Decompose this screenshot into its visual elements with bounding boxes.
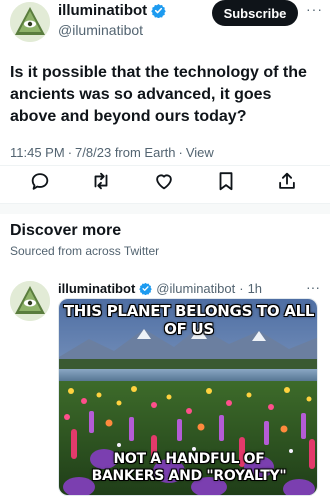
verified-badge-icon — [139, 282, 153, 295]
view-link[interactable]: View — [186, 145, 214, 160]
meta-separator: · — [178, 145, 183, 160]
meme-bottom-line: BANKERS AND "ROYALTY" — [91, 468, 287, 484]
section-gap — [0, 204, 330, 214]
meta-separator: · — [67, 145, 73, 160]
recommended-time[interactable]: 1h — [248, 281, 262, 296]
recommended-handle[interactable]: @iluminatibot — [156, 281, 235, 296]
author-handle[interactable]: @iluminatibot — [58, 22, 143, 38]
meta-separator: · — [239, 281, 244, 296]
action-bar — [0, 170, 330, 194]
illuminati-eye-icon — [10, 281, 50, 321]
meme-bottom-line: NOT A HANDFUL OF — [113, 451, 265, 467]
bookmark-icon[interactable] — [215, 170, 237, 192]
tweet-source: from Earth — [114, 145, 176, 160]
author-avatar[interactable] — [10, 2, 50, 42]
tweet-text: Is it possible that the technology of th… — [10, 64, 307, 125]
meme-top-caption: THIS PLANET BELONGS TO ALL OF US — [63, 302, 315, 338]
verified-badge-icon — [151, 3, 166, 18]
retweet-icon[interactable] — [90, 170, 112, 192]
discover-title: Discover more — [10, 222, 122, 239]
share-icon[interactable] — [276, 170, 298, 192]
tweet-meta: 11:45 PM · 7/8/23 from Earth · View — [10, 145, 214, 160]
reply-icon[interactable] — [29, 170, 51, 192]
tweet-date[interactable]: 7/8/23 — [75, 145, 111, 160]
tweet-time[interactable]: 11:45 PM — [10, 145, 65, 160]
meme-bottom-caption: NOT A HANDFUL OF BANKERS AND "ROYALTY" — [59, 451, 317, 485]
like-icon[interactable] — [153, 170, 175, 192]
discover-subtitle: Sourced from across Twitter — [10, 244, 160, 258]
divider — [0, 165, 330, 166]
recommended-author-avatar[interactable] — [10, 281, 50, 321]
more-options-icon[interactable]: ··· — [306, 2, 324, 18]
illuminati-eye-icon — [10, 2, 50, 42]
recommended-header: illuminatibot @iluminatibot · 1h — [58, 281, 262, 296]
recommended-author-name[interactable]: illuminatibot — [58, 281, 135, 296]
more-options-icon[interactable]: ··· — [306, 280, 324, 296]
subscribe-button[interactable]: Subscribe — [212, 0, 298, 26]
author-name[interactable]: illuminatibot — [58, 2, 147, 19]
author-name-row: illuminatibot — [58, 2, 166, 19]
tweet-media-image[interactable]: THIS PLANET BELONGS TO ALL OF US NOT A H… — [58, 298, 318, 496]
